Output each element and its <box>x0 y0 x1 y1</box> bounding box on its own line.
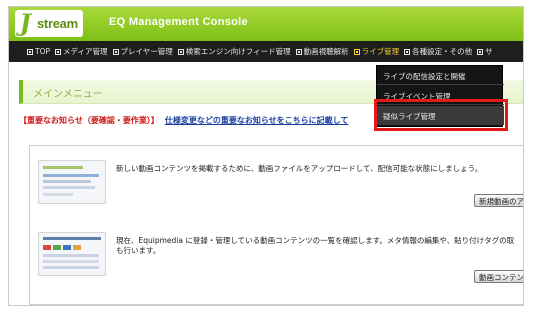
highlight-annotation <box>374 99 508 131</box>
nav-bullet-icon <box>27 48 33 55</box>
nav-item-label: プレイヤー管理 <box>120 47 173 56</box>
nav-item-label: TOP <box>35 47 51 56</box>
new-video-upload-button[interactable]: 新規動画のア <box>474 194 523 207</box>
nav-item-top[interactable]: TOP <box>27 47 50 56</box>
notice-link[interactable]: 仕様変更などの重要なお知らせをこちらに記載して <box>165 116 349 125</box>
nav-item-label: メディア管理 <box>63 47 108 56</box>
video-content-list-button[interactable]: 動画コンテン <box>474 270 523 283</box>
nav-bullet-icon <box>353 48 360 55</box>
screenshot-stage: J stream EQ Management Console TOP メディア管… <box>0 0 533 313</box>
content-list-description-line1: 現在、Equipmedia に登録・管理している動画コンテンツの一覧を確認します… <box>116 236 515 245</box>
nav-item-label: ライブ管理 <box>361 47 400 56</box>
important-notice: 【重要なお知らせ（要確認・要作業）】 仕様変更などの重要なお知らせをこちらに記載し… <box>19 115 348 126</box>
nav-bullet-icon <box>477 48 484 55</box>
menu-item-live-delivery-settings[interactable]: ライブの配信設定と開催 <box>377 66 504 85</box>
nav-item-live[interactable]: ライブ管理 <box>353 46 400 57</box>
nav-item-media[interactable]: メディア管理 <box>55 46 108 57</box>
content-panel: 新しい動画コンテンツを掲載するために、動画ファイルをアップロードして、配信可能な… <box>29 145 523 305</box>
app-title: EQ Management Console <box>109 16 248 28</box>
content-list-description-line2: も行います。 <box>116 246 161 255</box>
page-title: メインメニュー <box>33 89 103 100</box>
upload-thumbnail <box>38 160 106 204</box>
app-header: J stream EQ Management Console <box>9 7 523 41</box>
notice-label: 【重要なお知らせ（要確認・要作業）】 <box>19 116 159 125</box>
nav-bullet-icon <box>55 48 62 55</box>
nav-item-label: 動画視聴解析 <box>303 47 349 56</box>
upload-description: 新しい動画コンテンツを掲載するために、動画ファイルをアップロードして、配信可能な… <box>116 164 483 173</box>
nav-bullet-icon <box>112 48 119 55</box>
logo[interactable]: J stream <box>15 8 83 37</box>
nav-item-analytics[interactable]: 動画視聴解析 <box>295 46 349 57</box>
content-list-thumbnail <box>38 232 106 276</box>
nav-bullet-icon <box>177 48 184 55</box>
nav-item-label: 各種設定・その他 <box>412 47 473 56</box>
main-nav: TOP メディア管理 プレイヤー管理 検索エンジン向けフィード管理 動画視聴解析… <box>9 41 523 62</box>
nav-item-support[interactable]: サ <box>477 46 493 57</box>
content-list-description: 現在、Equipmedia に登録・管理している動画コンテンツの一覧を確認します… <box>116 236 514 256</box>
nav-item-feed[interactable]: 検索エンジン向けフィード管理 <box>177 46 291 57</box>
nav-item-player[interactable]: プレイヤー管理 <box>112 46 173 57</box>
nav-bullet-icon <box>404 48 411 55</box>
browser-frame: J stream EQ Management Console TOP メディア管… <box>8 6 524 306</box>
nav-item-label: サ <box>485 47 493 56</box>
logo-text: stream <box>37 16 78 31</box>
nav-item-label: 検索エンジン向けフィード管理 <box>185 47 291 56</box>
nav-bullet-icon <box>295 48 302 55</box>
nav-item-settings[interactable]: 各種設定・その他 <box>404 46 472 57</box>
